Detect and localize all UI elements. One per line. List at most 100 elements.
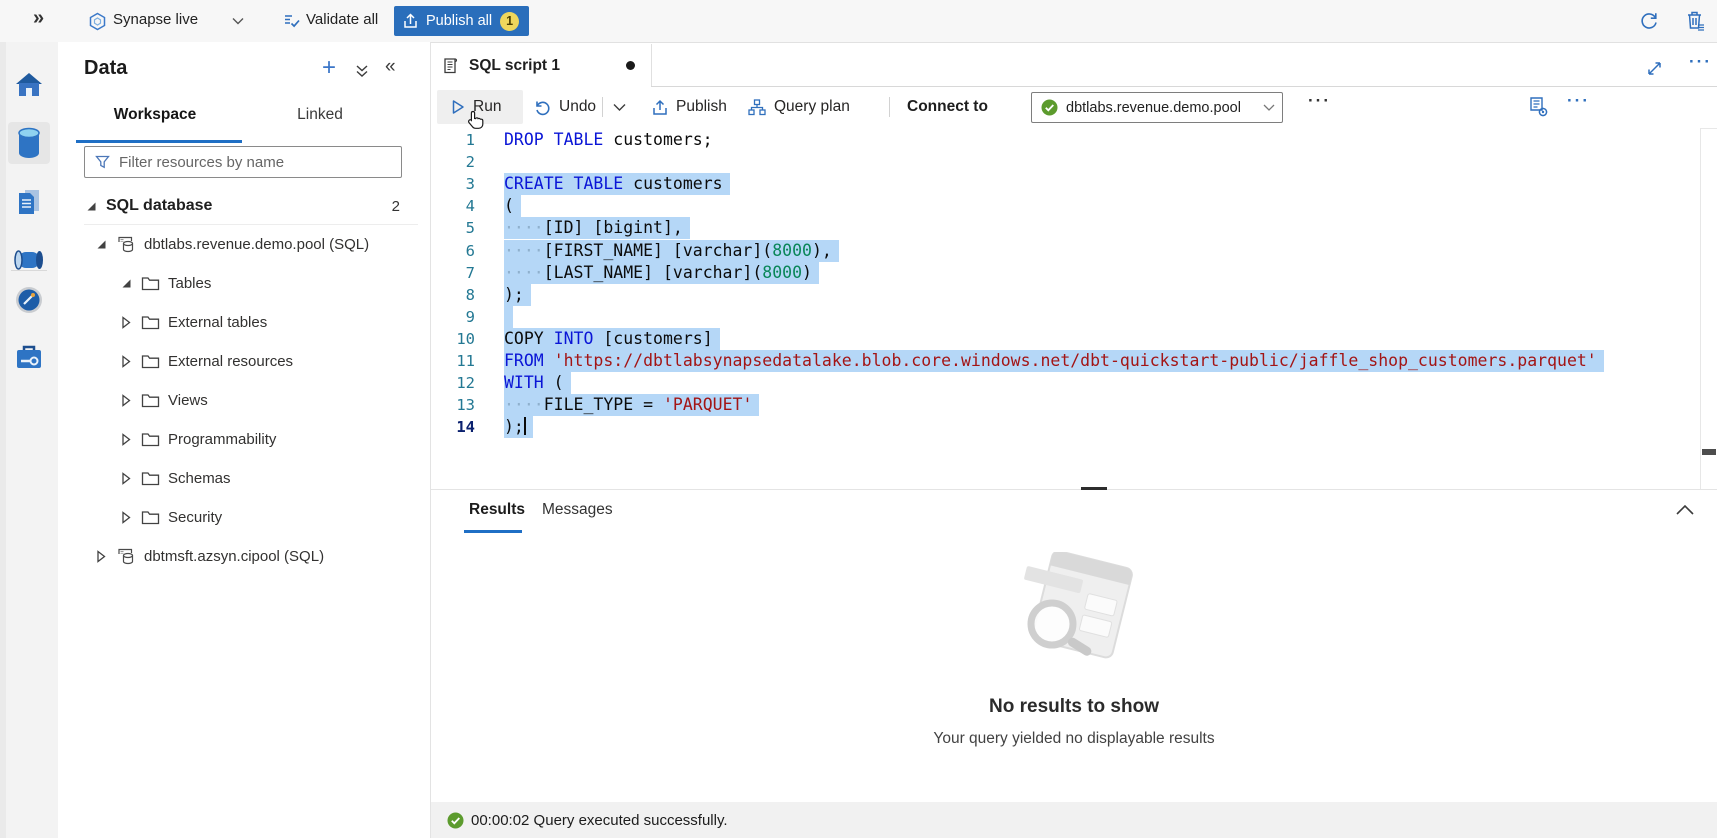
text-cursor	[524, 417, 526, 435]
caret-collapsed-icon[interactable]	[119, 511, 133, 524]
toolbar-more-icon[interactable]: ···	[1308, 91, 1331, 111]
tree-item[interactable]: Tables	[58, 264, 430, 303]
folder-icon	[141, 393, 160, 408]
code-line-4[interactable]: 4(	[431, 195, 1700, 217]
line-number: 2	[431, 151, 475, 173]
collapse-panel-icon[interactable]: «	[385, 56, 396, 78]
line-number: 3	[431, 173, 475, 195]
query-plan-button[interactable]: Query plan	[748, 87, 850, 127]
caret-collapsed-icon[interactable]	[119, 355, 133, 368]
caret-expanded-icon[interactable]	[119, 278, 133, 289]
line-number: 9	[431, 306, 475, 328]
run-options-chevron[interactable]	[613, 87, 626, 127]
caret-expanded-icon[interactable]	[84, 201, 98, 212]
sql-script-icon	[442, 56, 459, 75]
refresh-icon[interactable]	[1638, 10, 1660, 32]
play-icon	[451, 99, 465, 115]
folder-icon	[141, 432, 160, 447]
sql-code-area[interactable]: 1DROP TABLE customers;23CREATE TABLE cus…	[431, 128, 1700, 489]
nav-home-icon[interactable]	[8, 64, 50, 106]
publish-all-button[interactable]: Publish all 1	[394, 6, 529, 36]
line-number: 11	[431, 350, 475, 372]
properties-icon[interactable]	[1528, 96, 1549, 118]
query-plan-icon	[748, 99, 766, 116]
nav-develop-icon[interactable]	[8, 181, 50, 223]
query-status-bar: 00:00:02 Query executed successfully.	[431, 802, 1717, 838]
discard-all-icon[interactable]	[1684, 9, 1707, 33]
undo-button[interactable]: Undo	[534, 87, 596, 127]
caret-collapsed-icon[interactable]	[119, 472, 133, 485]
pool-icon	[116, 235, 136, 254]
tree-item[interactable]: Schemas	[58, 459, 430, 498]
no-results-title: No results to show	[431, 696, 1717, 718]
caret-collapsed-icon[interactable]	[119, 316, 133, 329]
code-line-13[interactable]: 13····FILE_TYPE = 'PARQUET'	[431, 394, 1700, 416]
tab-results[interactable]: Results	[469, 501, 525, 519]
code-line-10[interactable]: 10COPY INTO [customers]	[431, 328, 1700, 350]
tree-item[interactable]: Security	[58, 498, 430, 537]
tree-item[interactable]: External resources	[58, 342, 430, 381]
line-number: 13	[431, 394, 475, 416]
connect-to-label: Connect to	[907, 87, 988, 127]
expand-editor-icon[interactable]	[1647, 61, 1662, 76]
results-tabbar: Results Messages	[431, 490, 1717, 534]
filter-input[interactable]	[119, 154, 401, 171]
code-line-7[interactable]: 7····[LAST_NAME] [varchar](8000)	[431, 262, 1700, 284]
tree-item-root[interactable]: SQL database2	[58, 188, 430, 224]
tab-more-icon[interactable]: ···	[1689, 52, 1712, 72]
code-line-11[interactable]: 11FROM 'https://dbtlabsynapsedatalake.bl…	[431, 350, 1700, 372]
tab-linked[interactable]: Linked	[236, 106, 404, 124]
tree-item-label: External resources	[168, 353, 293, 370]
nav-manage-icon[interactable]	[8, 336, 50, 378]
code-line-12[interactable]: 12WITH (	[431, 372, 1700, 394]
code-line-14[interactable]: 14);	[431, 416, 1700, 438]
collapse-all-icon[interactable]	[355, 64, 369, 78]
chevron-down-icon	[1263, 104, 1275, 112]
run-button[interactable]: Run	[451, 87, 501, 127]
status-message: 00:00:02 Query executed successfully.	[471, 812, 728, 829]
collapse-results-icon[interactable]	[1675, 504, 1695, 516]
tree-item-label: dbtlabs.revenue.demo.pool (SQL)	[144, 236, 369, 253]
branch-selector[interactable]: Synapse live	[113, 11, 198, 28]
code-line-1[interactable]: 1DROP TABLE customers;	[431, 129, 1700, 151]
code-line-8[interactable]: 8);	[431, 284, 1700, 306]
no-results-subtitle: Your query yielded no displayable result…	[431, 730, 1717, 748]
tab-workspace[interactable]: Workspace	[71, 106, 239, 124]
code-line-9[interactable]: 9	[431, 306, 1700, 328]
pool-select-dropdown[interactable]: dbtlabs.revenue.demo.pool	[1031, 92, 1283, 123]
tree-item[interactable]: Views	[58, 381, 430, 420]
tree-item-label: SQL database	[106, 197, 212, 215]
tree-item[interactable]: dbtlabs.revenue.demo.pool (SQL)	[58, 225, 430, 264]
add-resource-icon[interactable]: +	[322, 58, 336, 78]
caret-collapsed-icon[interactable]	[119, 394, 133, 407]
nav-data-icon[interactable]	[8, 122, 50, 164]
pool-online-check-icon	[1041, 99, 1058, 116]
chevron-down-icon[interactable]	[232, 17, 244, 25]
tree-item[interactable]: External tables	[58, 303, 430, 342]
nav-integrate-icon[interactable]	[8, 239, 50, 281]
editor-toolbar: Run Undo Publish	[431, 87, 1717, 129]
validate-all-button[interactable]: Validate all	[306, 11, 378, 28]
line-number: 14	[431, 416, 475, 438]
tab-sql-script-1[interactable]: SQL script 1	[431, 44, 652, 87]
code-line-3[interactable]: 3CREATE TABLE customers	[431, 173, 1700, 195]
tab-messages[interactable]: Messages	[542, 501, 613, 519]
left-nav-rail	[0, 42, 59, 838]
code-line-2[interactable]: 2	[431, 151, 1700, 173]
caret-expanded-icon[interactable]	[94, 239, 108, 250]
tree-item[interactable]: dbtmsft.azsyn.cipool (SQL)	[58, 537, 430, 576]
toolbar-overflow-icon[interactable]: ···	[1567, 91, 1590, 111]
expand-sidebar-icon[interactable]: »	[33, 7, 44, 30]
publish-button[interactable]: Publish	[652, 87, 727, 127]
nav-monitor-icon[interactable]	[8, 279, 50, 321]
code-line-5[interactable]: 5····[ID] [bigint],	[431, 217, 1700, 239]
synapse-studio-window: » Synapse live Validate all Publish all …	[0, 0, 1717, 838]
tree-item-label: Schemas	[168, 470, 231, 487]
sql-editor-pane: SQL script 1 ··· Run Undo	[431, 44, 1717, 838]
caret-collapsed-icon[interactable]	[94, 550, 108, 563]
code-line-6[interactable]: 6····[FIRST_NAME] [varchar](8000),	[431, 240, 1700, 262]
caret-collapsed-icon[interactable]	[119, 433, 133, 446]
tree-item[interactable]: Programmability	[58, 420, 430, 459]
resource-tree: SQL database2 dbtlabs.revenue.demo.pool (…	[58, 188, 430, 576]
editor-scrollbar-thumb[interactable]	[1702, 449, 1716, 455]
